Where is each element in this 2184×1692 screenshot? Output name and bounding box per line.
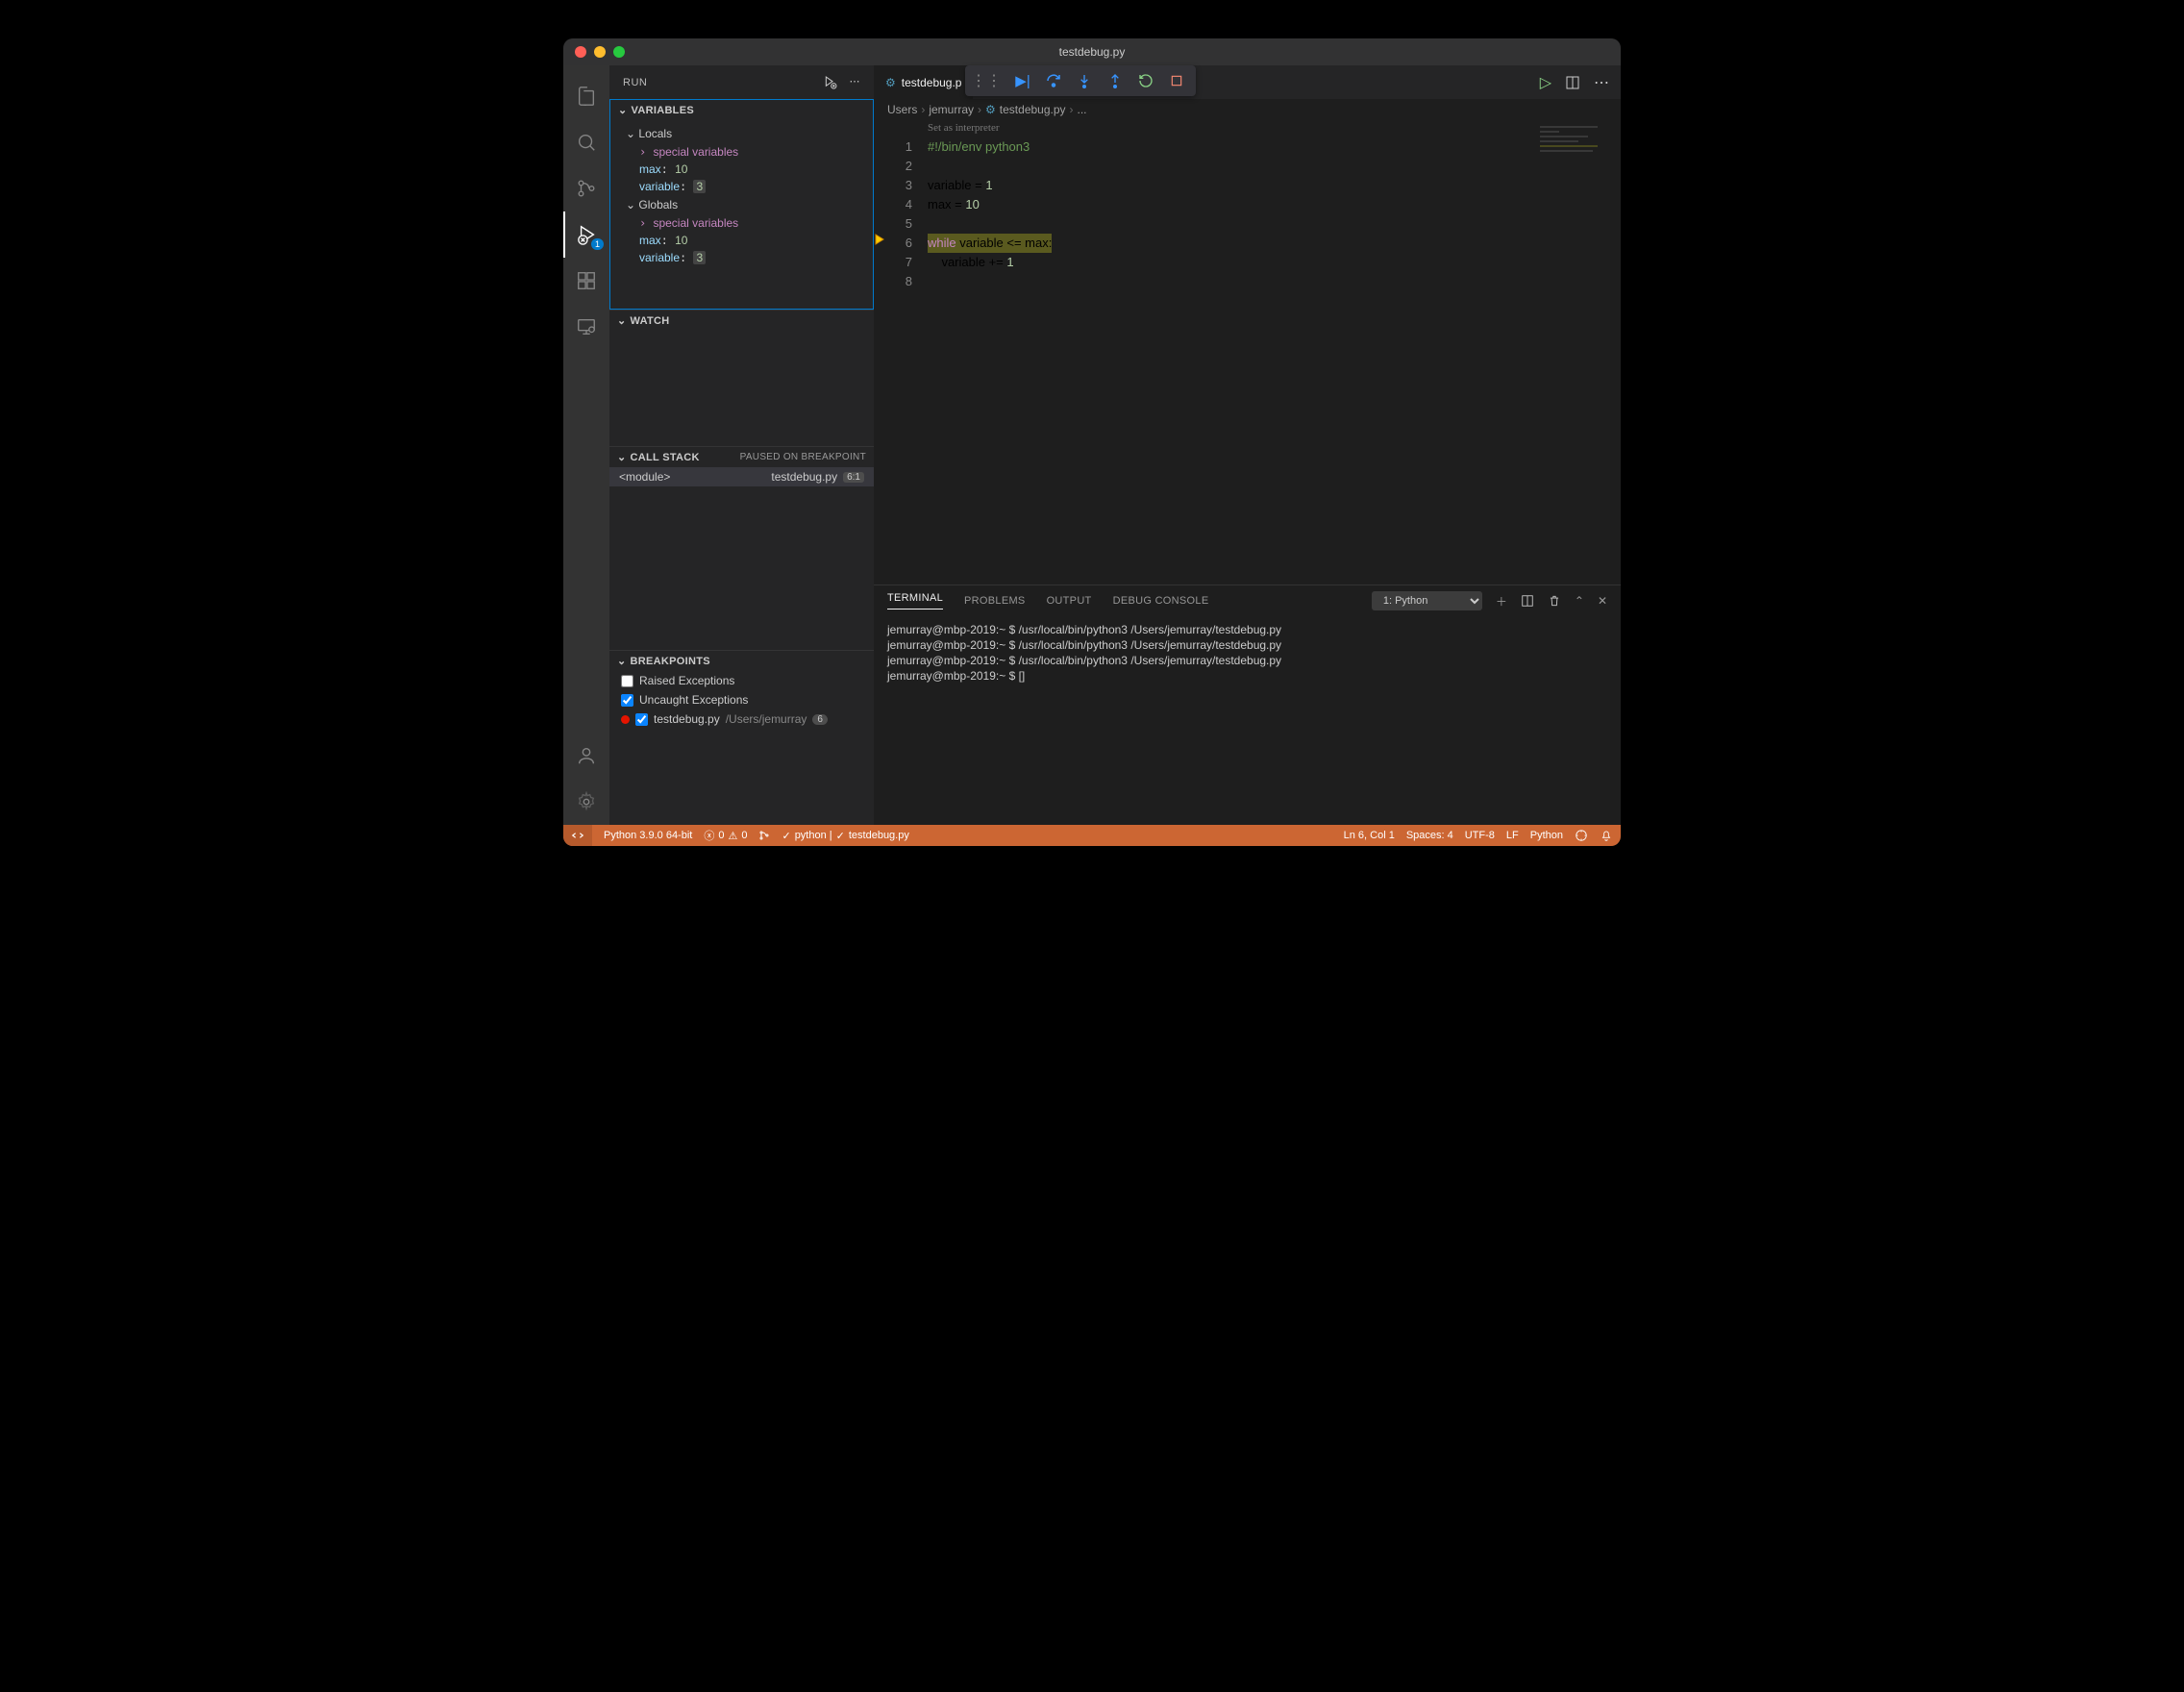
python-interpreter[interactable]: Python 3.9.0 64-bit [604, 830, 692, 841]
search-icon[interactable] [563, 119, 609, 165]
debug-toolbar: ⋮⋮ ▶| [965, 65, 1196, 96]
source-control-status[interactable] [758, 830, 770, 841]
watch-section: ⌄Watch [609, 310, 874, 446]
editor-tab[interactable]: ⚙ testdebug.p [874, 65, 973, 99]
callstack-header[interactable]: ⌄Call StackPAUSED ON BREAKPOINT [609, 447, 874, 467]
remote-explorer-icon[interactable] [563, 304, 609, 350]
run-debug-icon[interactable]: 1 [563, 212, 609, 258]
breakpoints-header[interactable]: ⌄Breakpoints [609, 651, 874, 671]
more-icon[interactable]: ⋯ [1594, 73, 1609, 92]
feedback-icon[interactable] [1575, 829, 1588, 842]
debug-badge: 1 [591, 238, 604, 250]
variables-header[interactable]: ⌄Variables [610, 100, 873, 120]
window-title: testdebug.py [563, 45, 1621, 59]
close-panel-icon[interactable]: ✕ [1598, 594, 1607, 608]
breakpoints-section: ⌄Breakpoints Raised Exceptions Uncaught … [609, 650, 874, 729]
test-status[interactable]: ✓ python | ✓ testdebug.py [782, 830, 908, 842]
bottom-panel: TERMINAL PROBLEMS OUTPUT DEBUG CONSOLE 1… [874, 585, 1621, 825]
step-into-button[interactable] [1071, 67, 1098, 94]
variable-row[interactable]: max: 10 [610, 232, 873, 249]
variable-row[interactable]: variable: 3 [610, 178, 873, 195]
sidebar-header: RUN ⋯ [609, 65, 874, 99]
raised-exceptions-checkbox[interactable]: Raised Exceptions [609, 671, 874, 690]
step-out-button[interactable] [1102, 67, 1129, 94]
breadcrumb[interactable]: Users› jemurray› ⚙testdebug.py› ... [874, 99, 1621, 120]
terminal-selector[interactable]: 1: Python [1372, 591, 1482, 610]
minimap[interactable] [1534, 120, 1621, 585]
locals-scope[interactable]: ⌄ Locals [610, 124, 873, 143]
variables-section: ⌄Variables ⌄ Locals › special variables … [609, 99, 874, 310]
sidebar-title: RUN [623, 77, 647, 88]
special-variables[interactable]: › special variables [610, 214, 873, 232]
callstack-section: ⌄Call StackPAUSED ON BREAKPOINT <module>… [609, 446, 874, 650]
split-editor-icon[interactable] [1565, 75, 1580, 90]
status-bar: Python 3.9.0 64-bit ⓧ 0 ⚠ 0 ✓ python | ✓… [563, 825, 1621, 846]
encoding[interactable]: UTF-8 [1465, 830, 1495, 841]
indentation[interactable]: Spaces: 4 [1406, 830, 1453, 841]
panel-tabs: TERMINAL PROBLEMS OUTPUT DEBUG CONSOLE 1… [874, 585, 1621, 616]
run-icon[interactable]: ▷ [1540, 73, 1551, 92]
codelens-hint[interactable]: Set as interpreter [928, 122, 1000, 134]
uncaught-exceptions-checkbox[interactable]: Uncaught Exceptions [609, 690, 874, 709]
explorer-icon[interactable] [563, 73, 609, 119]
file-breakpoint[interactable]: testdebug.py/Users/jemurray6 [609, 709, 874, 729]
debug-config-icon[interactable] [823, 75, 838, 90]
more-icon[interactable]: ⋯ [850, 75, 861, 90]
code-editor[interactable]: Set as interpreter 12345678 #!/bin/env p… [874, 120, 1621, 585]
eol[interactable]: LF [1506, 830, 1519, 841]
debug-console-tab[interactable]: DEBUG CONSOLE [1113, 595, 1209, 607]
language-mode[interactable]: Python [1530, 830, 1563, 841]
variable-row[interactable]: variable: 3 [610, 249, 873, 266]
continue-button[interactable]: ▶| [1009, 67, 1036, 94]
new-terminal-icon[interactable]: ＋ [1496, 593, 1507, 610]
editor-tabs: ⚙ testdebug.p ⋮⋮ ▶| ▷ ⋯ [874, 65, 1621, 99]
editor-group: ⚙ testdebug.p ⋮⋮ ▶| ▷ ⋯ [874, 65, 1621, 825]
stack-frame[interactable]: <module> testdebug.py 6:1 [609, 467, 874, 486]
account-icon[interactable] [563, 733, 609, 779]
sidebar: RUN ⋯ ⌄Variables ⌄ Locals › special vari… [609, 65, 874, 825]
stop-button[interactable] [1163, 67, 1190, 94]
python-file-icon: ⚙ [885, 76, 896, 89]
remote-indicator[interactable] [563, 825, 592, 846]
titlebar: testdebug.py [563, 38, 1621, 65]
split-terminal-icon[interactable] [1521, 594, 1534, 608]
restart-button[interactable] [1132, 67, 1159, 94]
activity-bar: 1 [563, 65, 609, 825]
breakpoint-icon [621, 715, 630, 724]
vscode-window: testdebug.py 1 RUN ⋯ ⌄Variables [563, 38, 1621, 846]
globals-scope[interactable]: ⌄ Globals [610, 195, 873, 214]
errors-warnings[interactable]: ⓧ 0 ⚠ 0 [704, 828, 747, 843]
source-control-icon[interactable] [563, 165, 609, 212]
drag-handle-icon[interactable]: ⋮⋮ [971, 71, 1002, 90]
terminal-output[interactable]: jemurray@mbp-2019:~ $ /usr/local/bin/pyt… [874, 616, 1621, 825]
step-over-button[interactable] [1040, 67, 1067, 94]
watch-header[interactable]: ⌄Watch [609, 311, 874, 331]
maximize-panel-icon[interactable]: ⌃ [1575, 594, 1584, 608]
problems-tab[interactable]: PROBLEMS [964, 595, 1026, 607]
tab-label: testdebug.p [902, 76, 962, 89]
kill-terminal-icon[interactable] [1548, 594, 1561, 608]
extensions-icon[interactable] [563, 258, 609, 304]
terminal-tab[interactable]: TERMINAL [887, 592, 943, 610]
settings-gear-icon[interactable] [563, 779, 609, 825]
variable-row[interactable]: max: 10 [610, 161, 873, 178]
line-gutter: 12345678 [874, 120, 922, 585]
output-tab[interactable]: OUTPUT [1047, 595, 1092, 607]
notifications-icon[interactable] [1600, 829, 1613, 842]
execution-pointer-icon [874, 234, 885, 245]
cursor-position[interactable]: Ln 6, Col 1 [1344, 830, 1395, 841]
special-variables[interactable]: › special variables [610, 143, 873, 161]
